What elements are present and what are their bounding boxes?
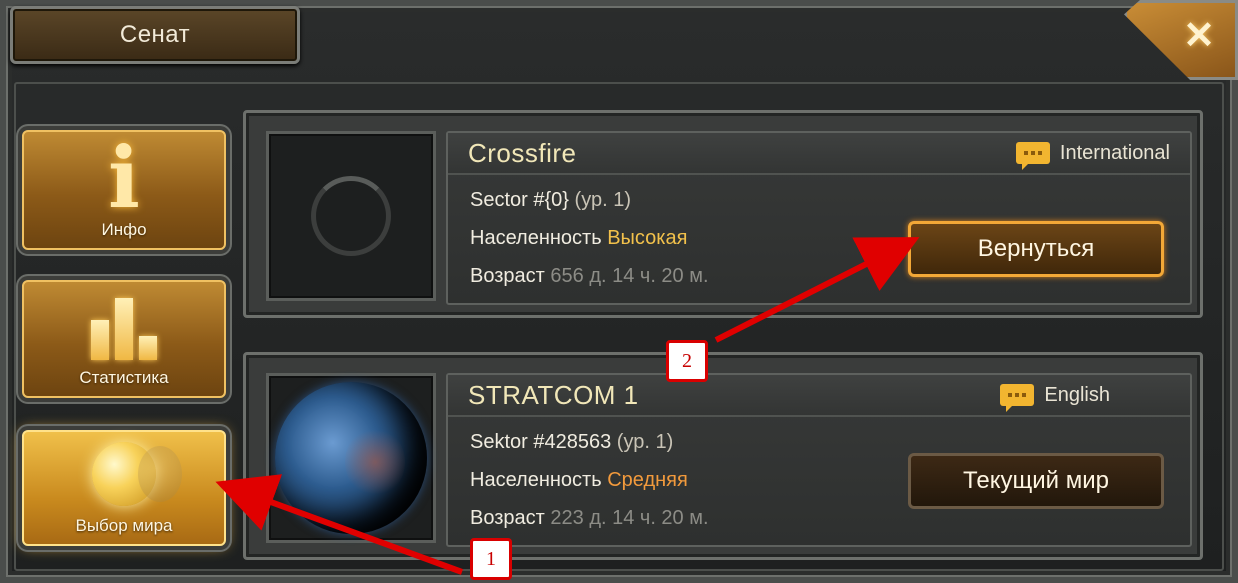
sector-row: Sector #{0} (ур. 1)	[470, 181, 1190, 219]
world-language: English	[1000, 383, 1110, 412]
world-card-crossfire: Crossfire International Sector #{0} (ур.…	[243, 110, 1203, 318]
world-language: International	[1015, 141, 1170, 170]
current-world-button[interactable]: Текущий мир	[908, 453, 1164, 509]
age-label: Возраст	[470, 507, 545, 529]
sidebar-item-label: Выбор мира	[75, 516, 173, 535]
sidebar-item-world-select[interactable]: Выбор мира	[22, 430, 226, 546]
world-details: STRATCOM 1 English Sektor #428563 (ур. 1…	[446, 373, 1192, 547]
sidebar-item-label: Инфо	[101, 220, 147, 239]
age-label: Возраст	[470, 265, 545, 287]
world-details: Crossfire International Sector #{0} (ур.…	[446, 131, 1192, 305]
planet-image	[275, 382, 427, 534]
population-value: Высокая	[607, 227, 688, 249]
annotation-marker-2: 2	[666, 340, 708, 382]
language-label: International	[1059, 141, 1170, 164]
bar-chart-icon	[91, 296, 157, 360]
world-card-stratcom: STRATCOM 1 English Sektor #428563 (ур. 1…	[243, 352, 1203, 560]
world-header: STRATCOM 1 English	[448, 375, 1190, 417]
window-title: Сенат	[119, 21, 191, 48]
info-icon: i	[108, 128, 140, 227]
loading-spinner-icon	[311, 176, 391, 256]
population-value: Средняя	[607, 469, 688, 491]
sector-label: Sektor #428563	[470, 431, 612, 453]
return-button[interactable]: Вернуться	[908, 221, 1164, 277]
population-label: Населенность	[470, 469, 602, 491]
sidebar-item-statistics[interactable]: Статистика	[22, 280, 226, 398]
age-value: 656 д. 14 ч. 20 м.	[550, 265, 709, 287]
globe-icon	[92, 442, 182, 506]
world-thumbnail	[266, 131, 436, 301]
world-thumbnail	[266, 373, 436, 543]
world-name: Crossfire	[468, 137, 577, 168]
sidebar-item-label: Статистика	[79, 368, 169, 387]
world-name: STRATCOM 1	[468, 379, 639, 410]
sidebar-item-info[interactable]: i Инфо	[22, 130, 226, 250]
population-label: Населенность	[470, 227, 602, 249]
sector-level: (ур. 1)	[574, 189, 631, 211]
world-header: Crossfire International	[448, 133, 1190, 175]
sector-label: Sector #{0}	[470, 189, 569, 211]
chat-icon	[1000, 384, 1035, 412]
chat-icon	[1015, 142, 1050, 170]
annotation-marker-1: 1	[470, 538, 512, 580]
language-label: English	[1044, 383, 1110, 406]
age-value: 223 д. 14 ч. 20 м.	[550, 507, 709, 529]
sector-level: (ур. 1)	[616, 431, 674, 453]
close-icon: ✕	[1183, 15, 1215, 57]
window-title-plate: Сенат	[10, 6, 300, 64]
